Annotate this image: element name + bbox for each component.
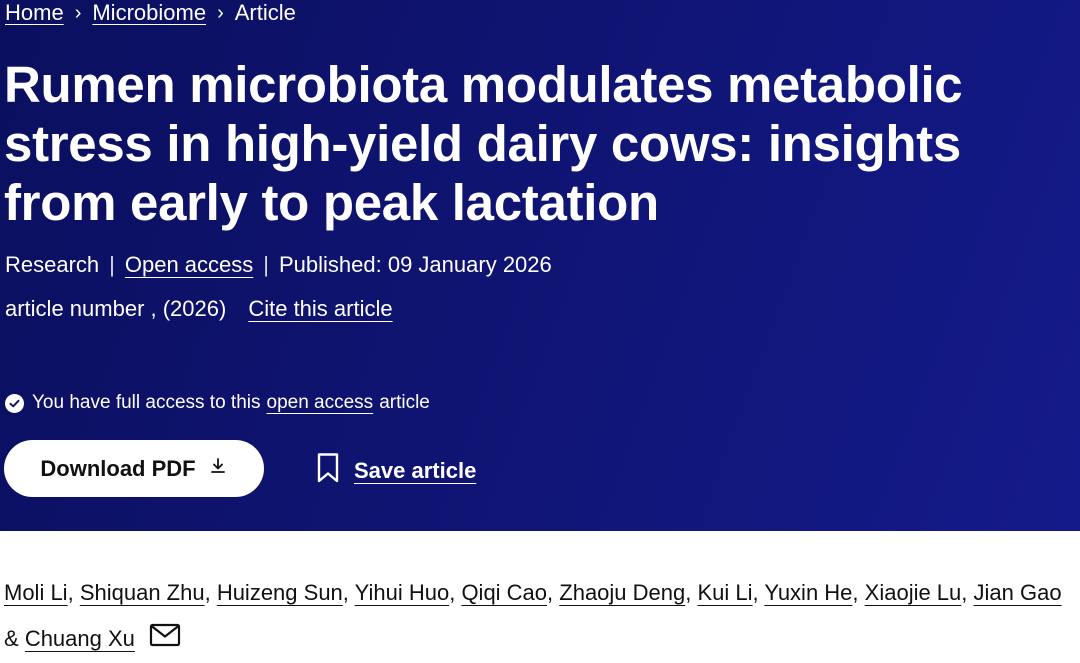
mail-icon[interactable] xyxy=(149,617,181,663)
article-meta: Research | Open access | Published: 09 J… xyxy=(5,252,552,278)
breadcrumb-current: Article xyxy=(234,0,296,25)
save-article-label: Save article xyxy=(354,458,477,483)
author-link[interactable]: Kui Li xyxy=(697,580,752,605)
meta-divider: | xyxy=(109,252,115,277)
author-link[interactable]: Jian Gao xyxy=(974,580,1062,605)
chevron-right-icon: › xyxy=(217,1,224,24)
download-pdf-button[interactable]: Download PDF xyxy=(4,440,264,497)
breadcrumb: Home › Microbiome › Article xyxy=(5,0,296,26)
author-link[interactable]: Yuxin He xyxy=(764,580,852,605)
chevron-right-icon: › xyxy=(74,1,82,24)
breadcrumb-microbiome[interactable]: Microbiome xyxy=(92,0,206,26)
article-title: Rumen microbiota modulates metabolic str… xyxy=(4,56,963,231)
cite-article-link[interactable]: Cite this article xyxy=(248,296,392,322)
article-citation-row: article number , (2026) Cite this articl… xyxy=(5,296,393,322)
author-list: Moli Li, Shiquan Zhu, Huizeng Sun, Yihui… xyxy=(4,570,1080,663)
author-link-corresponding[interactable]: Chuang Xu xyxy=(25,626,135,651)
article-number: article number , (2026) xyxy=(5,296,227,321)
meta-divider: | xyxy=(263,252,269,277)
download-icon xyxy=(208,456,228,482)
breadcrumb-home[interactable]: Home xyxy=(5,0,64,26)
author-ampersand: & xyxy=(4,626,19,651)
save-article-button[interactable]: Save article xyxy=(316,452,476,490)
author-link[interactable]: Huizeng Sun xyxy=(217,580,343,605)
article-hero: Home › Microbiome › Article Rumen microb… xyxy=(0,0,1080,531)
author-link[interactable]: Yihui Huo xyxy=(355,580,450,605)
author-link[interactable]: Shiquan Zhu xyxy=(80,580,205,605)
open-access-link[interactable]: Open access xyxy=(125,252,253,278)
author-link[interactable]: Xiaojie Lu xyxy=(865,580,962,605)
author-link[interactable]: Moli Li xyxy=(4,580,68,605)
download-pdf-label: Download PDF xyxy=(40,455,196,481)
bookmark-icon xyxy=(316,452,340,490)
author-link[interactable]: Zhaoju Deng xyxy=(559,580,685,605)
author-link[interactable]: Qiqi Cao xyxy=(461,580,547,605)
access-notice-prefix: You have full access to this xyxy=(32,392,261,413)
published-date: Published: 09 January 2026 xyxy=(279,252,552,277)
access-notice-open-access-link[interactable]: open access xyxy=(267,392,374,414)
check-circle-icon xyxy=(5,393,24,413)
article-type: Research xyxy=(5,252,100,277)
access-notice-suffix: article xyxy=(379,392,430,413)
access-notice: You have full access to this open access… xyxy=(5,392,430,414)
